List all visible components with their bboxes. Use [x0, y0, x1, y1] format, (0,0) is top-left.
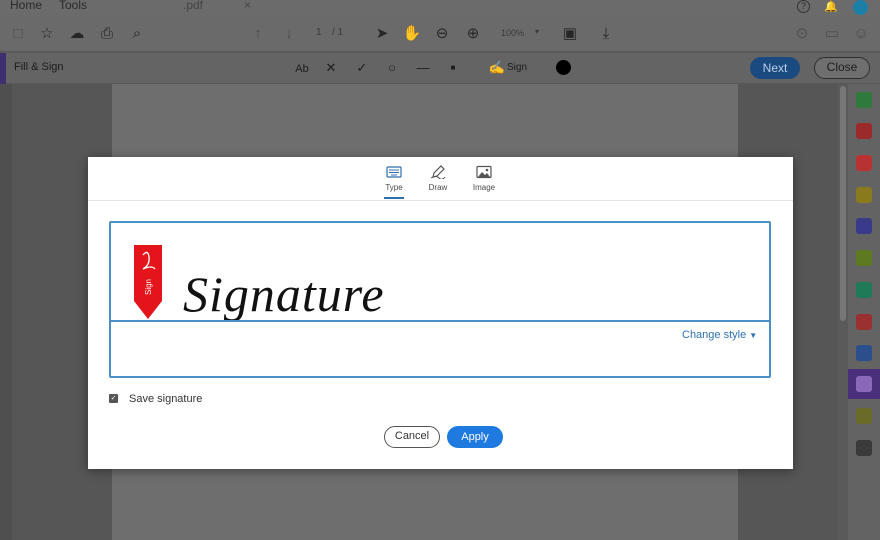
change-style-label: Change style	[682, 329, 747, 341]
tab-draw-label: Draw	[428, 183, 448, 192]
document-tab[interactable]: .pdf	[183, 0, 203, 12]
sign-tool-label[interactable]: Sign	[506, 59, 528, 77]
share-icon[interactable]: ⊙	[792, 25, 812, 43]
sign-pen-icon[interactable]: ✍	[488, 59, 506, 77]
signature-baseline	[111, 320, 769, 322]
save-signature-checkbox[interactable]: ✓	[109, 394, 118, 403]
scroll-mode-icon[interactable]: ⤓	[596, 25, 616, 43]
menu-home[interactable]: Home	[10, 0, 42, 12]
tab-close-icon[interactable]: ×	[244, 0, 251, 12]
right-tool-rail	[848, 84, 880, 540]
save-signature-label: Save signature	[129, 393, 203, 405]
cross-mark-icon[interactable]: ✕	[323, 59, 339, 77]
fit-page-icon[interactable]: ▣	[560, 25, 580, 43]
hand-tool-icon[interactable]: ✋	[402, 25, 422, 43]
comment-icon[interactable]: ▭	[822, 25, 842, 43]
keyboard-icon	[386, 166, 402, 178]
tool-title: Fill & Sign	[14, 61, 64, 73]
new-file-icon[interactable]: □	[8, 25, 28, 43]
user-share-icon[interactable]: ☺	[851, 25, 871, 43]
signature-script-text: Signature	[183, 266, 385, 322]
sign-here-flag: Sign	[134, 245, 162, 319]
pen-icon	[430, 165, 446, 179]
check-mark-icon[interactable]: ✓	[354, 59, 370, 77]
zoom-out-icon[interactable]: ⊖	[432, 25, 452, 43]
cancel-button[interactable]: Cancel	[384, 426, 440, 448]
tab-draw[interactable]: Draw	[418, 165, 458, 192]
signature-preview: Signature	[183, 266, 385, 322]
tab-image-label: Image	[472, 183, 496, 192]
left-panel-collapsed[interactable]	[0, 84, 12, 540]
menu-bar: Home Tools .pdf × ? 🔔	[0, 0, 880, 16]
signature-dialog: Type Draw Image Sign Signature Change st…	[88, 157, 793, 469]
bookmark-star-icon[interactable]: ☆	[37, 25, 57, 43]
page-number-input[interactable]: 1	[316, 27, 322, 38]
chevron-down-icon[interactable]: ▾	[535, 27, 539, 36]
scan-ocr-icon[interactable]	[856, 282, 872, 298]
change-style-link[interactable]: Change style ▼	[682, 329, 757, 341]
line-tool-icon[interactable]: —	[414, 59, 432, 77]
customize-tools-icon[interactable]	[856, 440, 872, 456]
tab-type[interactable]: Type	[374, 165, 414, 199]
add-text-tool[interactable]: Ab	[290, 59, 314, 77]
scrollbar-thumb[interactable]	[840, 86, 846, 321]
more-tools-icon[interactable]	[856, 408, 872, 424]
color-picker[interactable]	[556, 60, 571, 75]
tab-type-label: Type	[385, 183, 403, 192]
apply-button[interactable]: Apply	[447, 426, 503, 448]
dot-tool-icon[interactable]: ■	[446, 59, 460, 77]
main-toolbar: □ ☆ ☁ ⎙ ⌕ ↑ ↓ 1 / 1 ➤ ✋ ⊖ ⊕ 100% ▾ ▣ ⤓ ⊙…	[0, 16, 880, 52]
redact-icon[interactable]	[856, 314, 872, 330]
next-button[interactable]: Next	[750, 57, 800, 79]
edit-pdf-icon[interactable]	[856, 123, 872, 139]
fill-sign-icon[interactable]	[856, 376, 872, 392]
active-tab-underline	[384, 197, 404, 199]
combine-files-icon[interactable]	[856, 218, 872, 234]
page-up-icon[interactable]: ↑	[248, 25, 268, 43]
menu-tools[interactable]: Tools	[59, 0, 87, 12]
text-icon: Ab	[295, 63, 309, 75]
image-icon	[476, 165, 492, 179]
fill-sign-toolbar: Fill & Sign Ab ✕ ✓ ○ — ■ ✍ Sign	[0, 53, 880, 84]
print-icon[interactable]: ⎙	[97, 25, 117, 43]
flag-sign-text: Sign	[144, 279, 153, 295]
notification-bell-icon[interactable]: 🔔	[824, 0, 838, 13]
export-pdf-icon[interactable]	[856, 92, 872, 108]
zoom-in-icon[interactable]: ⊕	[463, 25, 483, 43]
zoom-level[interactable]: 100%	[501, 28, 524, 38]
protect-shield-icon[interactable]	[856, 345, 872, 361]
page-down-icon[interactable]: ↓	[279, 25, 299, 43]
circle-tool-icon[interactable]: ○	[384, 59, 400, 77]
organize-pages-icon[interactable]	[856, 250, 872, 266]
comment-tool-icon[interactable]	[856, 187, 872, 203]
signature-input-box[interactable]: Sign Signature Change style ▼	[109, 221, 771, 378]
cloud-upload-icon[interactable]: ☁	[67, 25, 87, 43]
signature-mode-tabs: Type Draw Image	[88, 157, 793, 201]
select-cursor-icon[interactable]: ➤	[372, 25, 392, 43]
page-total: / 1	[332, 27, 344, 38]
tool-accent-bar	[0, 53, 6, 84]
search-icon[interactable]: ⌕	[127, 25, 147, 43]
user-avatar[interactable]	[853, 0, 868, 15]
help-icon[interactable]: ?	[797, 0, 810, 13]
close-button[interactable]: Close	[814, 57, 870, 79]
tab-image[interactable]: Image	[464, 165, 504, 192]
create-pdf-icon[interactable]	[856, 155, 872, 171]
chevron-down-icon: ▼	[749, 331, 758, 340]
